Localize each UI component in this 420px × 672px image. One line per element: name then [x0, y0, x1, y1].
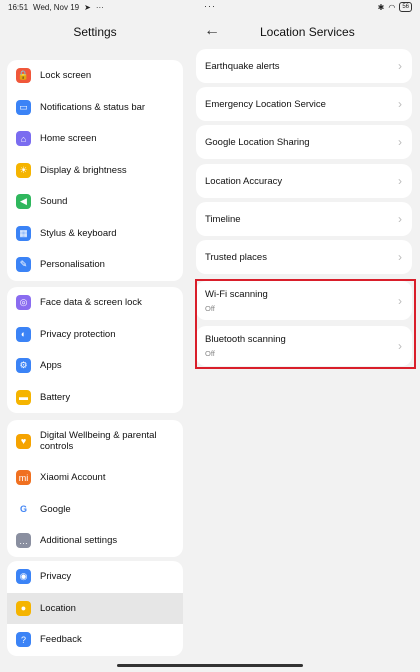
- wellbeing-icon: ♥: [16, 433, 31, 449]
- sidebar-item-privacy-protection[interactable]: ◐ Privacy protection: [7, 319, 183, 351]
- back-arrow-icon[interactable]: ←: [204, 22, 220, 40]
- sidebar-item-location[interactable]: ● Location: [7, 592, 183, 624]
- sidebar-item-label: Apps: [40, 360, 62, 372]
- sidebar-item-digital-wellbeing[interactable]: ♥ Digital Wellbeing & parental controls: [7, 420, 183, 462]
- chevron-right-icon: ›: [398, 59, 402, 73]
- sidebar-item-label: Sound: [40, 196, 68, 208]
- sidebar-item-label: Privacy: [40, 571, 72, 583]
- sun-icon: ☀: [16, 162, 31, 178]
- sidebar-item-google[interactable]: G Google: [7, 494, 183, 526]
- sidebar-item-label: Stylus & keyboard: [40, 227, 117, 239]
- item-label: Location Accuracy: [205, 175, 283, 187]
- chevron-right-icon: ›: [398, 212, 402, 226]
- settings-group-1: 🔒 Lock screen ▭ Notifications & status bar…: [7, 60, 183, 281]
- sidebar-item-personalisation[interactable]: ✎ Personalisation: [7, 249, 183, 281]
- eye-icon: ◉: [16, 569, 31, 585]
- sidebar-item-privacy[interactable]: ◉ Privacy: [7, 561, 183, 593]
- chevron-right-icon: ›: [398, 174, 402, 188]
- settings-group-3: ♥ Digital Wellbeing & parental controls m…: [7, 420, 183, 557]
- lock-icon: 🔒: [16, 68, 31, 84]
- sidebar-item-label: Google: [40, 503, 71, 515]
- timeline-item[interactable]: Timeline ›: [196, 202, 412, 236]
- sidebar-item-apps[interactable]: ⚙ Apps: [7, 350, 183, 382]
- fingerprint-icon: ◎: [16, 295, 31, 311]
- sidebar-item-home-screen[interactable]: ⌂ Home screen: [7, 123, 183, 155]
- sidebar-item-label: Home screen: [40, 133, 97, 145]
- sidebar-item-label: Lock screen: [40, 70, 92, 82]
- location-accuracy-item[interactable]: Location Accuracy ›: [196, 164, 412, 198]
- sidebar-item-label: Feedback: [40, 634, 82, 646]
- chevron-right-icon: ›: [398, 250, 402, 264]
- sidebar-item-label: Privacy protection: [40, 328, 116, 340]
- sidebar-item-label: Notifications & status bar: [40, 101, 146, 113]
- brush-icon: ✎: [16, 257, 31, 273]
- sidebar-item-battery[interactable]: ▬ Battery: [7, 382, 183, 414]
- mi-icon: mi: [16, 470, 31, 486]
- sidebar-item-label: Face data & screen lock: [40, 297, 142, 309]
- notification-icon: ▭: [16, 99, 31, 115]
- location-icon: ●: [16, 600, 31, 616]
- battery-icon: ▬: [16, 389, 31, 405]
- item-label: Timeline: [205, 213, 241, 225]
- item-label: Earthquake alerts: [205, 60, 280, 72]
- trusted-places-item[interactable]: Trusted places ›: [196, 240, 412, 274]
- highlight-box: [195, 279, 416, 369]
- sidebar-item-xiaomi-account[interactable]: mi Xiaomi Account: [7, 462, 183, 494]
- chevron-right-icon: ›: [398, 135, 402, 149]
- sidebar-item-stylus-keyboard[interactable]: ▦ Stylus & keyboard: [7, 218, 183, 250]
- sidebar-item-label: Display & brightness: [40, 164, 127, 176]
- settings-group-2: ◎ Face data & screen lock ◐ Privacy protec…: [7, 287, 183, 413]
- sidebar-item-lock-screen[interactable]: 🔒 Lock screen: [7, 60, 183, 92]
- sidebar-item-label: Personalisation: [40, 259, 105, 271]
- sidebar-item-label: Digital Wellbeing & parental controls: [40, 430, 157, 452]
- gesture-handle[interactable]: [117, 664, 303, 667]
- sidebar-item-face-data[interactable]: ◎ Face data & screen lock: [7, 287, 183, 319]
- google-icon: G: [16, 501, 31, 517]
- sidebar-item-label: Location: [40, 602, 76, 614]
- sound-icon: ◀: [16, 194, 31, 210]
- sidebar-item-label: Additional settings: [40, 535, 118, 547]
- emergency-location-service-item[interactable]: Emergency Location Service ›: [196, 87, 412, 121]
- sidebar-item-label: Xiaomi Account: [40, 472, 106, 484]
- home-icon: ⌂: [16, 131, 31, 147]
- gear-icon: ⚙: [16, 358, 31, 374]
- sidebar-item-additional-settings[interactable]: … Additional settings: [7, 525, 183, 557]
- item-label: Trusted places: [205, 251, 267, 263]
- page-title: Settings: [73, 25, 117, 39]
- item-label: Google Location Sharing: [205, 136, 310, 148]
- item-label: Emergency Location Service: [205, 98, 326, 110]
- page-title: Location Services: [260, 25, 355, 39]
- earthquake-alerts-item[interactable]: Earthquake alerts ›: [196, 49, 412, 83]
- sidebar-item-sound[interactable]: ◀ Sound: [7, 186, 183, 218]
- settings-pane: Settings 🔒 Lock screen ▭ Notifications & s…: [0, 0, 190, 672]
- sidebar-item-feedback[interactable]: ? Feedback: [7, 624, 183, 656]
- more-icon: …: [16, 533, 31, 549]
- google-location-sharing-item[interactable]: Google Location Sharing ›: [196, 125, 412, 159]
- chevron-right-icon: ›: [398, 97, 402, 111]
- keyboard-icon: ▦: [16, 225, 31, 241]
- sidebar-item-notifications[interactable]: ▭ Notifications & status bar: [7, 92, 183, 124]
- sidebar-item-display[interactable]: ☀ Display & brightness: [7, 155, 183, 187]
- feedback-icon: ?: [16, 632, 31, 648]
- settings-group-4: ◉ Privacy ● Location ? Feedback: [7, 561, 183, 656]
- sidebar-item-label: Battery: [40, 391, 71, 403]
- privacy-icon: ◐: [16, 326, 31, 342]
